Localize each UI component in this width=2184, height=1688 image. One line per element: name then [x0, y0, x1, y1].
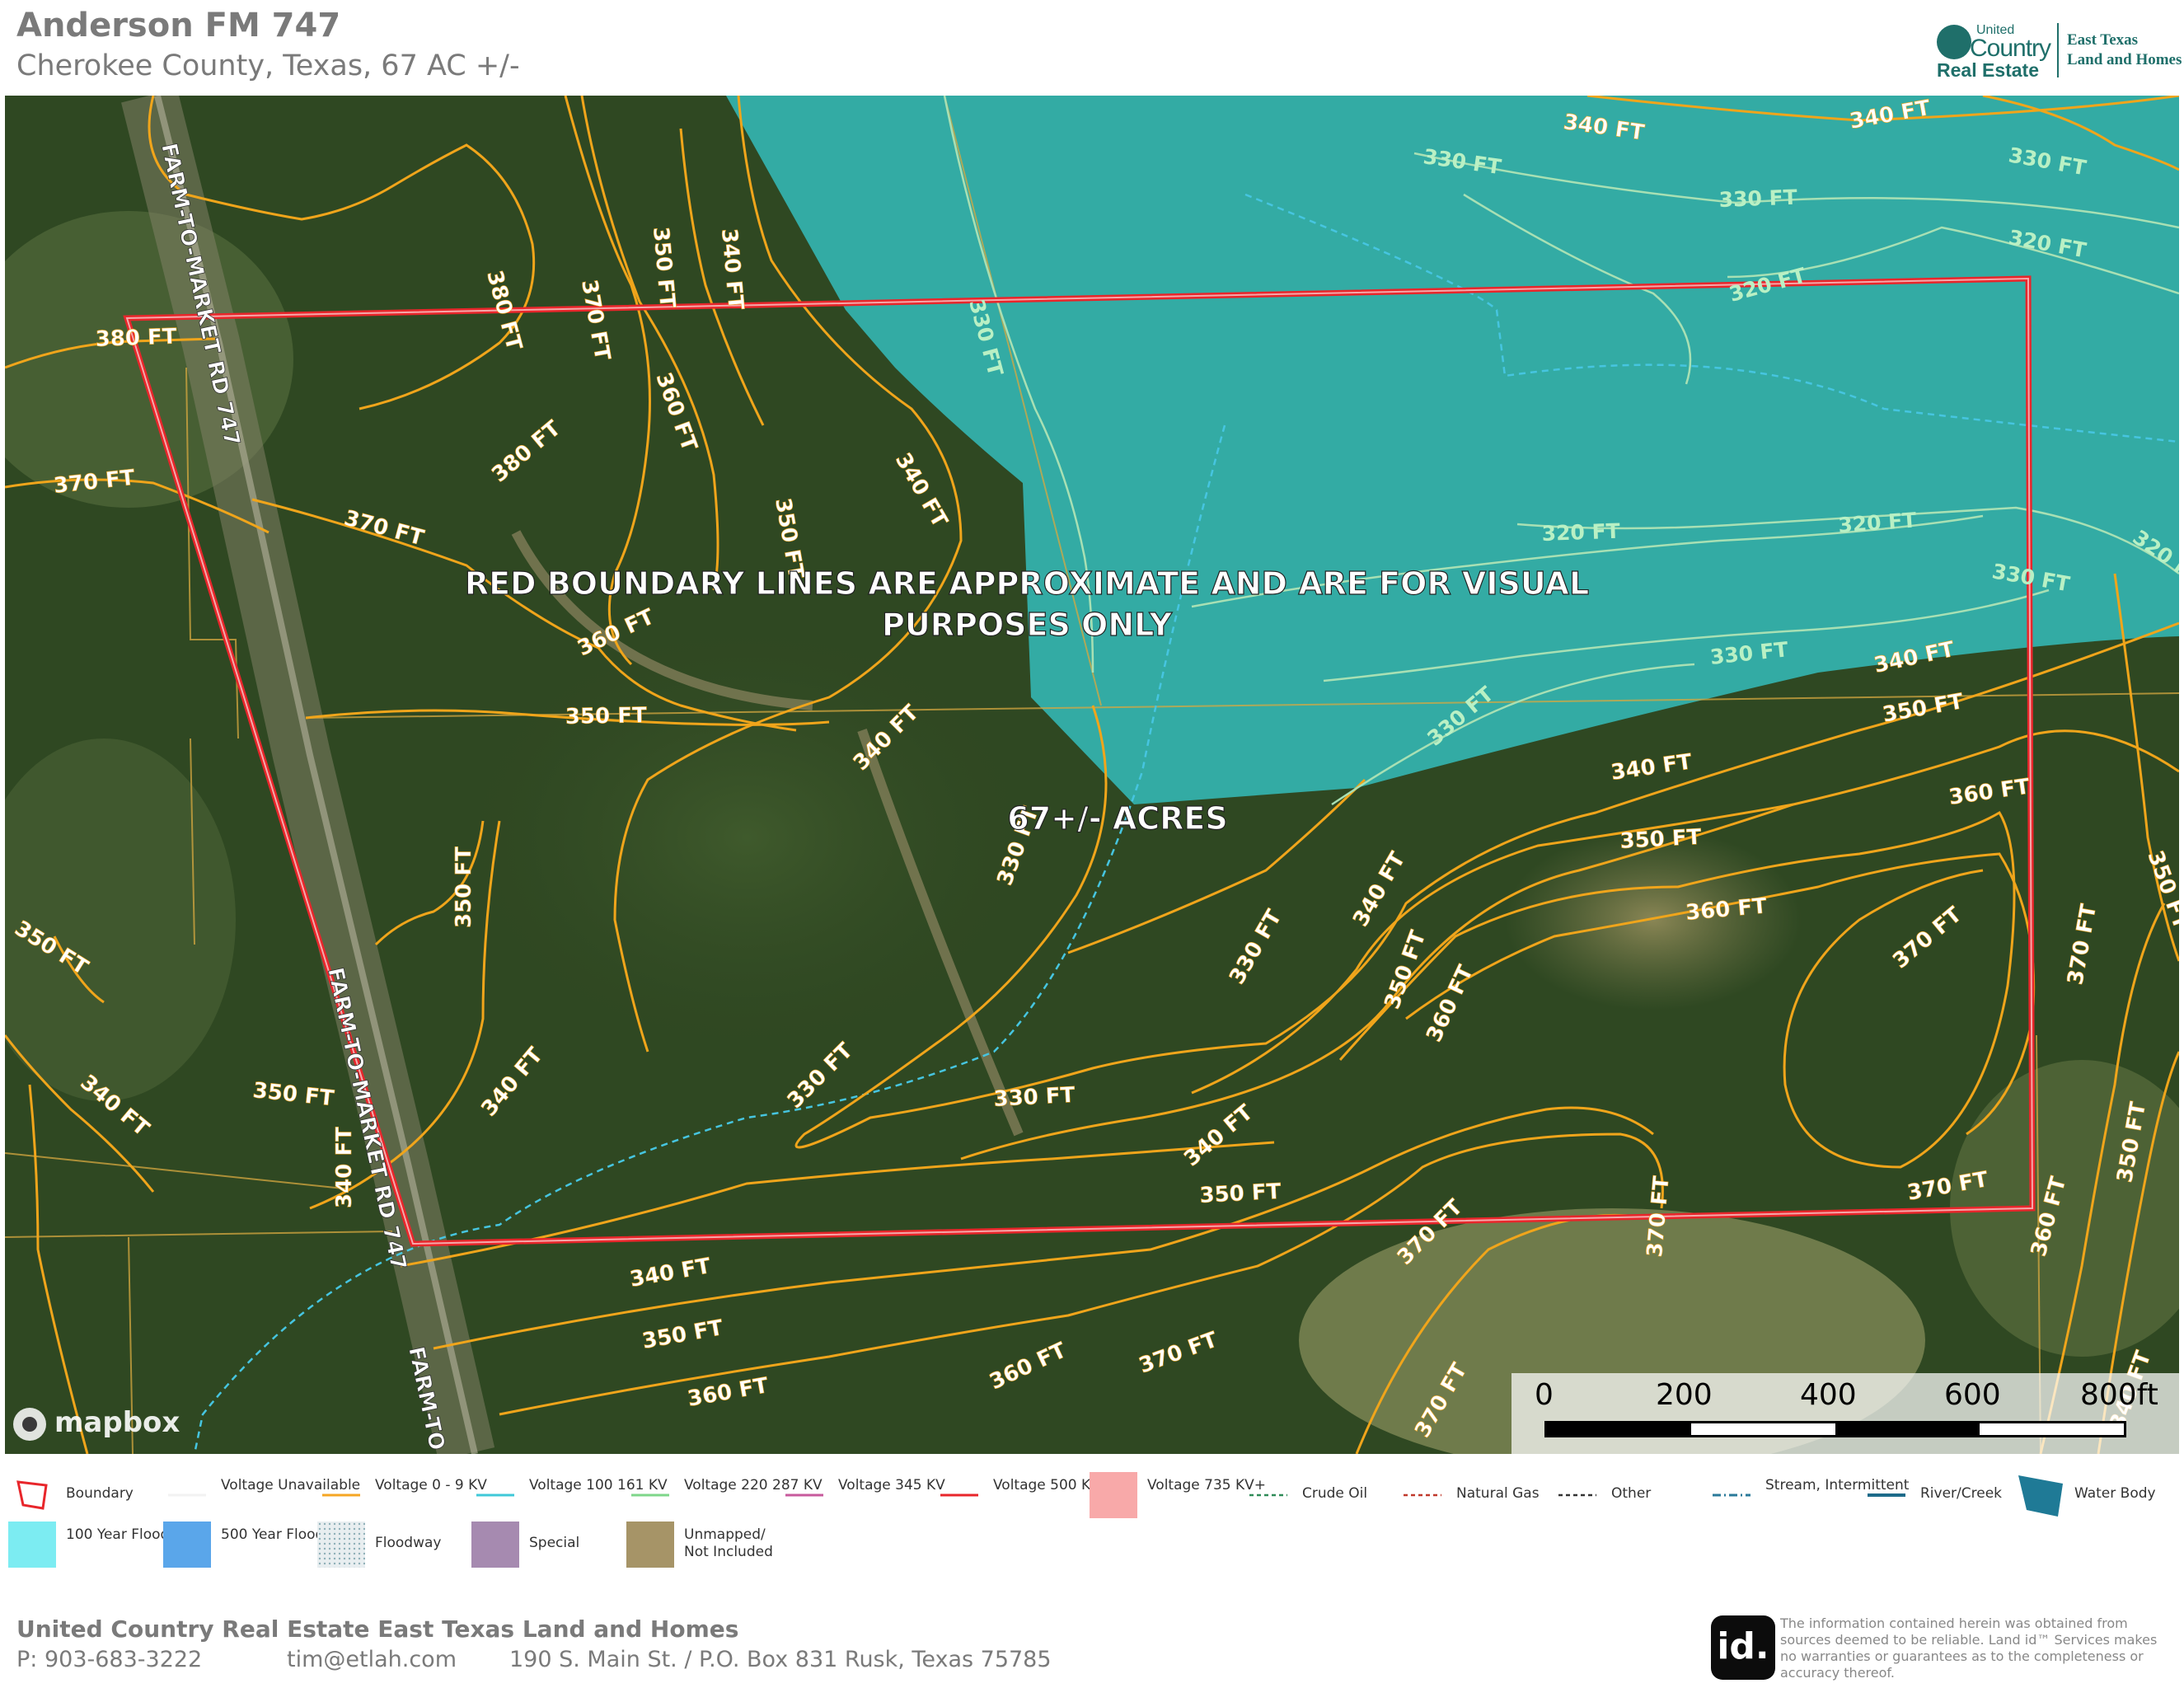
mapbox-logo-icon: [13, 1408, 46, 1441]
line-green-icon: [631, 1493, 669, 1497]
contour-label: 320 FT: [1541, 519, 1620, 546]
notice-line-2: PURPOSES ONLY: [882, 607, 1172, 643]
scale-label: 800ft: [2080, 1378, 2158, 1412]
legend-label: Floodway: [375, 1535, 442, 1551]
brand-line3: Real Estate: [1937, 59, 2040, 81]
legend-label: Special: [529, 1535, 580, 1551]
map-title: Anderson FM 747: [16, 7, 341, 45]
boundary-icon: [16, 1480, 48, 1510]
line-cyan-icon: [476, 1493, 514, 1497]
footer-company: United Country Real Estate East Texas La…: [16, 1615, 739, 1643]
contour-label: 330 FT: [1718, 185, 1797, 212]
swatch-pink-icon: [1090, 1472, 1137, 1518]
legend-label: Voltage 0 - 9 KV: [375, 1477, 487, 1493]
mapbox-logo-text: mapbox: [54, 1406, 180, 1439]
brand-side1: East Texas: [2067, 31, 2139, 49]
contour-label: 350 FT: [565, 703, 648, 729]
line-teal-icon: [1868, 1493, 1905, 1497]
scale-label: 200: [1656, 1378, 1713, 1412]
scale-label: 600: [1944, 1378, 2001, 1412]
line-magenta-icon: [785, 1493, 823, 1497]
swatch-blue-icon: [163, 1522, 211, 1568]
legend-label: Voltage 345 KV: [838, 1477, 945, 1493]
brand-divider: [2057, 23, 2059, 77]
dashdot-blue-icon: [1713, 1493, 1750, 1497]
dashed-black-icon: [1558, 1493, 1596, 1497]
map-view[interactable]: 380 FT 380 FT 380 FT 370 FT 370 FT 370 F…: [5, 96, 2179, 1454]
scale-ruler: [1544, 1421, 2126, 1437]
legend-label: Water Body: [2074, 1485, 2156, 1502]
contour-label: 350 FT: [1619, 825, 1703, 854]
map-canvas: 380 FT 380 FT 380 FT 370 FT 370 FT 370 F…: [5, 96, 2179, 1454]
brand-side2: Land and Homes: [2067, 51, 2182, 68]
swatch-purple-icon: [471, 1522, 519, 1568]
contour-label: 380 FT: [95, 325, 177, 352]
footer-email[interactable]: tim@etlah.com: [287, 1647, 457, 1672]
footer-contact: P: 903-683-3222 tim@etlah.com 190 S. Mai…: [16, 1647, 1052, 1672]
brand-logo: United Country Real Estate East Texas La…: [1937, 20, 2184, 86]
contour-label: 340 FT: [332, 1127, 357, 1208]
line-orange-icon: [322, 1493, 360, 1497]
scale-segment: [1835, 1423, 1980, 1435]
line-red-icon: [940, 1493, 978, 1497]
water-body-icon: [2018, 1475, 2063, 1517]
contour-label: 350 FT: [1199, 1179, 1282, 1208]
scale-label: 400: [1800, 1378, 1857, 1412]
notice-line-1: RED BOUNDARY LINES ARE APPROXIMATE AND A…: [465, 565, 1589, 602]
swatch-tan-icon: [626, 1522, 674, 1568]
legend-label: Natural Gas: [1456, 1485, 1540, 1502]
map-legend: Boundary Voltage Unavailable Voltage 0 -…: [0, 1472, 2184, 1579]
legend-label: Crude Oil: [1302, 1485, 1368, 1502]
clearing-patch: [1505, 829, 1802, 1010]
legend-label: Unmapped/ Not Included: [684, 1526, 773, 1560]
scale-bar: 0 200 400 600 800ft: [1511, 1373, 2179, 1454]
contour-label: 330 FT: [993, 1083, 1076, 1112]
legend-label: Boundary: [66, 1485, 134, 1502]
legend-label: Other: [1611, 1485, 1652, 1502]
scale-label: 0: [1535, 1378, 1554, 1412]
legend-label: Voltage 500 KV: [993, 1477, 1100, 1493]
footer-phone: P: 903-683-3222: [16, 1647, 203, 1672]
footer-address: 190 S. Main St. / P.O. Box 831 Rusk, Tex…: [509, 1647, 1052, 1672]
dashed-red-icon: [1404, 1493, 1441, 1497]
legend-label: River/Creek: [1920, 1485, 2003, 1502]
footer-disclaimer: The information contained herein was obt…: [1780, 1615, 2158, 1681]
contour-label: 350 FT: [452, 846, 476, 928]
brand-line2: Country: [1970, 35, 2051, 62]
dashed-green-icon: [1249, 1493, 1287, 1497]
scale-segment: [1547, 1423, 1691, 1435]
globe-icon: [1937, 25, 1971, 59]
swatch-hatched-icon: [317, 1522, 365, 1568]
swatch-cyan-icon: [8, 1522, 56, 1568]
map-subtitle: Cherokee County, Texas, 67 AC +/-: [16, 49, 520, 82]
land-id-logo: id.: [1711, 1615, 1775, 1680]
acreage-label: 67+/- ACRES: [1007, 800, 1227, 837]
line-white-icon: [168, 1493, 206, 1497]
